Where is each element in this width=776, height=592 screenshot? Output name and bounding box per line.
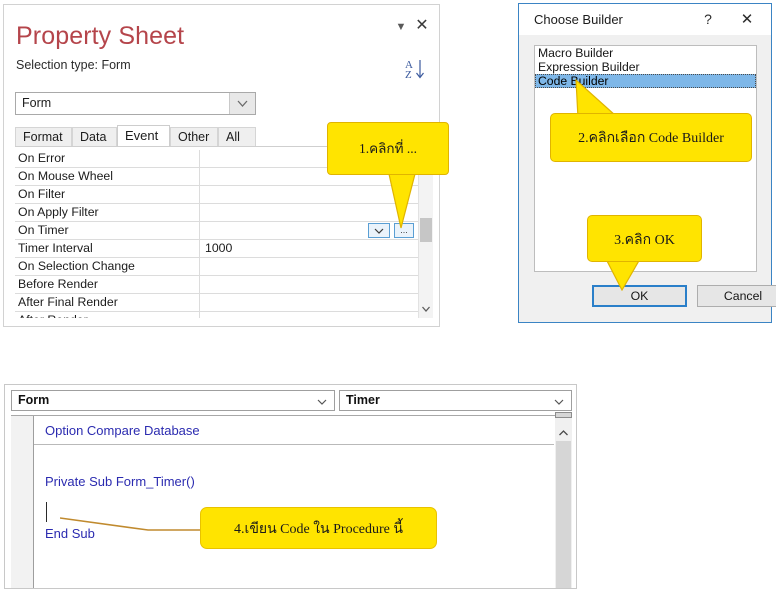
scrollbar-top-cap	[555, 412, 572, 418]
selection-type-label: Selection type: Form	[16, 58, 131, 72]
text-caret	[46, 502, 47, 522]
vba-procedure-combo[interactable]: Timer	[339, 390, 572, 411]
sort-az-icon[interactable]: A Z	[403, 57, 429, 81]
list-item[interactable]: Expression Builder	[535, 60, 756, 74]
property-name-cell: After Final Render	[15, 294, 200, 311]
callout-step-2: 2.คลิกเลือก Code Builder	[550, 113, 752, 162]
callout-step-3-text: 3.คลิก OK	[614, 233, 675, 248]
vba-procedure-value: Timer	[346, 393, 380, 407]
close-icon[interactable]: ✕	[413, 16, 431, 34]
object-selector-combo[interactable]: Form	[15, 92, 256, 115]
property-name-cell: On Apply Filter	[15, 204, 200, 221]
property-name-cell: Before Render	[15, 276, 200, 293]
callout-step-4: 4.เขียน Code ใน Procedure นี้	[200, 507, 437, 549]
divider	[34, 444, 554, 445]
dialog-title: Choose Builder	[534, 12, 623, 27]
property-value-cell[interactable]	[200, 258, 403, 275]
vba-code-area[interactable]: Option Compare Database Private Sub Form…	[11, 412, 572, 588]
table-row-on-timer[interactable]: On Timer ...	[15, 222, 431, 240]
chevron-down-icon[interactable]	[419, 302, 433, 316]
chevron-down-icon[interactable]	[552, 394, 566, 412]
property-name-cell: On Selection Change	[15, 258, 200, 275]
scrollbar-thumb[interactable]	[420, 218, 432, 242]
tab-all[interactable]: All	[218, 127, 256, 146]
tab-other[interactable]: Other	[170, 127, 218, 146]
list-item[interactable]: Macro Builder	[535, 46, 756, 60]
close-icon[interactable]: ✕	[737, 9, 757, 29]
property-grid-scrollbar[interactable]	[418, 150, 433, 318]
code-line: Option Compare Database	[45, 423, 200, 438]
chevron-down-icon[interactable]	[229, 93, 255, 114]
question-mark-icon[interactable]: ?	[699, 10, 717, 28]
vba-code-window: Form Timer Option Compare Database Priva…	[4, 384, 577, 589]
object-selector-value: Form	[22, 96, 52, 110]
property-name-cell: Timer Interval	[15, 240, 200, 257]
caret-down-icon[interactable]: ▼	[393, 19, 409, 35]
property-value-cell[interactable]	[200, 294, 403, 311]
table-row[interactable]: After Render	[15, 312, 431, 318]
callout-step-3: 3.คลิก OK	[587, 215, 702, 262]
property-value-cell[interactable]	[200, 204, 403, 221]
property-value-cell[interactable]	[200, 186, 403, 203]
chevron-down-icon[interactable]	[315, 394, 329, 412]
scrollbar-thumb[interactable]	[556, 441, 571, 588]
property-name-cell: After Render	[15, 312, 200, 318]
code-line: Private Sub Form_Timer()	[45, 474, 195, 489]
tab-format[interactable]: Format	[15, 127, 72, 146]
property-value-cell[interactable]	[200, 276, 403, 293]
list-item-selected[interactable]: Code Builder	[535, 74, 756, 88]
tab-data[interactable]: Data	[72, 127, 117, 146]
callout-step-2-text: 2.คลิกเลือก Code Builder	[578, 131, 724, 146]
property-grid: On Error On Mouse Wheel On Filter On App…	[15, 150, 431, 318]
property-name-cell: On Error	[15, 150, 200, 167]
property-name-cell: On Timer	[15, 222, 200, 239]
callout-step-1-text: 1.คลิกที่ ...	[358, 141, 417, 156]
page-title: Property Sheet	[16, 22, 185, 50]
property-name-cell: On Filter	[15, 186, 200, 203]
property-value-cell[interactable]: 1000	[200, 240, 403, 257]
callout-3-pointer	[605, 259, 641, 291]
callout-step-1: 1.คลิกที่ ...	[327, 122, 449, 175]
chevron-up-icon[interactable]	[555, 426, 572, 440]
vba-margin-indicator-bar	[11, 416, 34, 588]
table-row[interactable]: On Filter	[15, 186, 431, 204]
callout-1-pointer	[388, 174, 416, 229]
table-row[interactable]: Timer Interval 1000	[15, 240, 431, 258]
table-row[interactable]: On Apply Filter	[15, 204, 431, 222]
cancel-button[interactable]: Cancel	[697, 285, 776, 307]
vba-object-value: Form	[18, 393, 50, 407]
table-row[interactable]: Before Render	[15, 276, 431, 294]
vba-object-combo[interactable]: Form	[11, 390, 335, 411]
tab-event[interactable]: Event	[117, 125, 170, 147]
vba-code-text[interactable]: Option Compare Database Private Sub Form…	[34, 416, 554, 588]
table-row[interactable]: After Final Render	[15, 294, 431, 312]
property-name-cell: On Mouse Wheel	[15, 168, 200, 185]
vba-vertical-scrollbar[interactable]	[555, 412, 572, 588]
svg-text:Z: Z	[405, 69, 412, 81]
callout-4-leader-line	[60, 517, 205, 531]
callout-step-4-text: 4.เขียน Code ใน Procedure นี้	[234, 522, 403, 537]
table-row[interactable]: On Selection Change	[15, 258, 431, 276]
property-value-cell[interactable]	[200, 312, 403, 318]
callout-2-pointer	[575, 78, 618, 118]
